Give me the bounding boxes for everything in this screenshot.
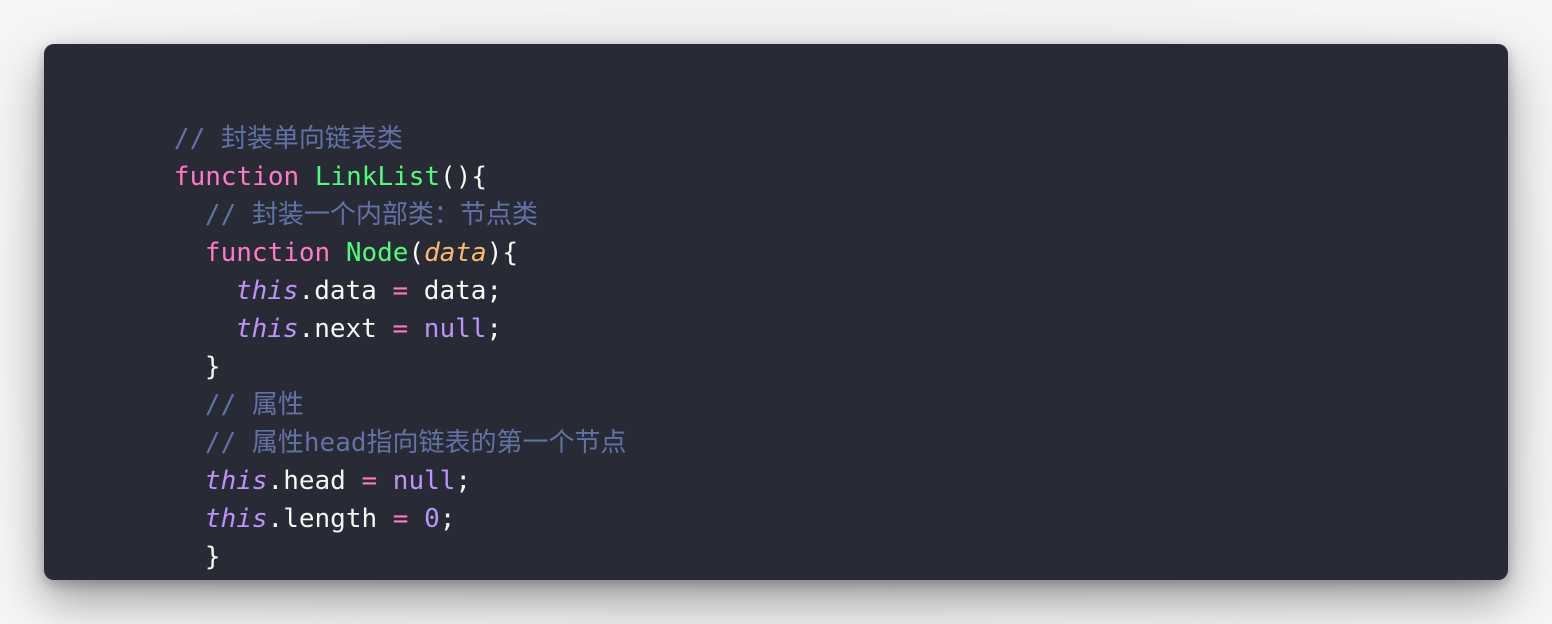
- operator-assign: =: [392, 276, 409, 306]
- comment: // 属性head指向链表的第一个节点: [204, 428, 627, 458]
- semicolon: ;: [439, 504, 456, 534]
- property-next: .next: [298, 314, 377, 344]
- semicolon: ;: [486, 314, 503, 344]
- operator-assign: =: [361, 466, 378, 496]
- property-data: .data: [298, 276, 377, 306]
- keyword-function: function: [173, 162, 300, 192]
- keyword-this: this: [204, 466, 268, 496]
- keyword-this: this: [204, 504, 268, 534]
- property-head: .head: [267, 466, 346, 496]
- function-name-node: Node: [345, 238, 409, 268]
- keyword-this: this: [235, 276, 299, 306]
- value-data: data;: [423, 276, 503, 306]
- property-length: .length: [267, 504, 378, 534]
- code-line-1: // 封装单向链表类: [80, 82, 1508, 154]
- operator-assign: =: [392, 314, 409, 344]
- semicolon: ;: [455, 466, 472, 496]
- parameter-data: data: [424, 238, 487, 268]
- keyword-null: null: [392, 466, 456, 496]
- keyword-null: null: [423, 314, 487, 344]
- operator-assign: =: [392, 504, 409, 534]
- comment: // 封装单向链表类: [173, 124, 403, 154]
- comment: // 封装一个内部类：节点类: [204, 200, 538, 230]
- code-block: // 封装单向链表类 function LinkList(){ // 封装一个内…: [44, 44, 1508, 580]
- function-name-linklist: LinkList: [314, 162, 441, 192]
- comment: // 属性: [204, 390, 304, 420]
- number-zero: 0: [424, 504, 440, 534]
- keyword-function: function: [204, 238, 331, 268]
- punctuation: (: [408, 238, 425, 268]
- code-line-8: // 属性: [80, 348, 1508, 420]
- punctuation: (){: [440, 162, 488, 192]
- close-brace: }: [204, 352, 221, 382]
- page-background: // 封装单向链表类 function LinkList(){ // 封装一个内…: [0, 0, 1552, 624]
- close-brace: }: [204, 542, 221, 572]
- keyword-this: this: [235, 314, 299, 344]
- punctuation: ){: [486, 238, 519, 268]
